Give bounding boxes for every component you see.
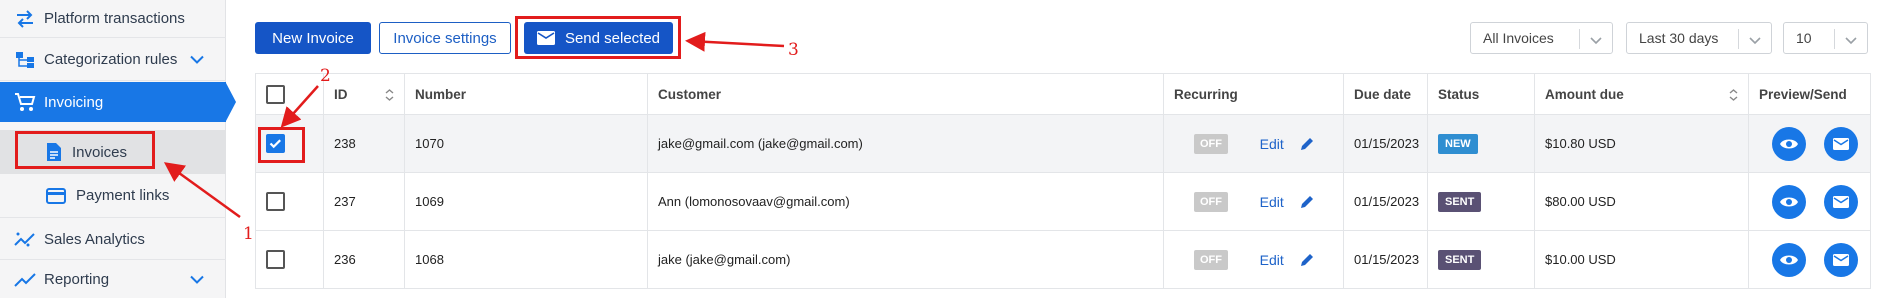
annotation-arrows [163, 31, 785, 219]
annotation-label-1: 1 [243, 224, 254, 244]
annotation-label-3: 3 [788, 40, 799, 60]
annotation-label-2: 2 [320, 66, 331, 86]
app-window: Platform transactions Categorization rul… [0, 0, 1892, 298]
